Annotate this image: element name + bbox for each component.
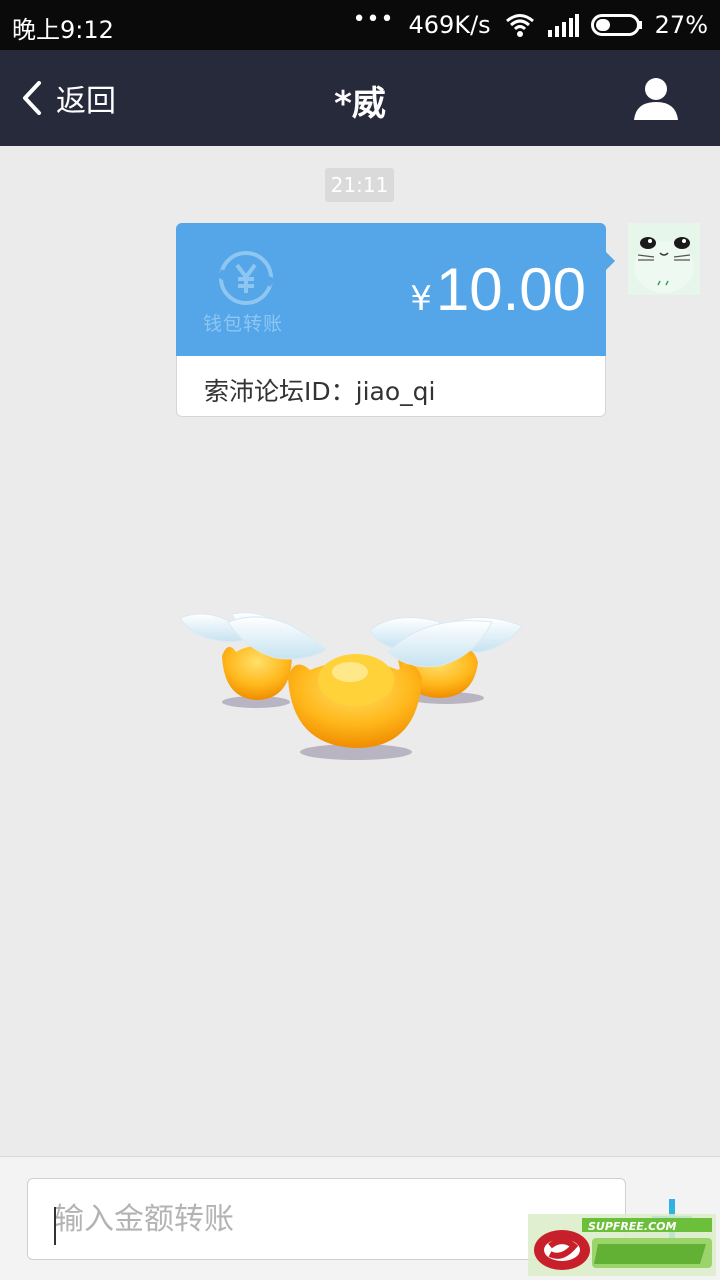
network-speed: 469K/s	[408, 11, 491, 39]
status-indicators: ••• 469K/s 27%	[352, 6, 708, 40]
transfer-note: 索沛论坛ID：jiao_qi	[204, 377, 436, 406]
status-time: 晚上9:12	[12, 16, 114, 44]
transfer-amount: ¥ 10.00	[410, 255, 586, 324]
battery-level: 27%	[654, 11, 708, 39]
signal-icon	[547, 14, 579, 37]
transfer-card-header: 钱包转账 ¥ 10.00	[176, 223, 615, 356]
yuan-transfer-icon	[217, 251, 275, 305]
title-bar: 返回 *威	[0, 50, 720, 146]
svg-text:SUPFREE.COM: SUPFREE.COM	[588, 1220, 677, 1233]
flying-gold-ingots-illustration	[179, 612, 523, 760]
text-cursor	[54, 1207, 56, 1245]
page-title: *威	[334, 84, 386, 124]
battery-icon	[590, 14, 642, 36]
wallet-transfer-label: 钱包转账	[203, 313, 284, 335]
wifi-icon	[505, 14, 534, 37]
site-watermark-logo: SUPFREE.COM	[528, 1214, 716, 1276]
amount-value: 10.00	[435, 256, 586, 323]
person-icon[interactable]	[632, 74, 680, 122]
transfer-message-card[interactable]: 钱包转账 ¥ 10.00 索沛论坛ID：jiao_qi	[176, 223, 615, 417]
more-dots: •••	[352, 6, 395, 32]
avatar[interactable]	[628, 223, 700, 295]
message-timestamp: 21:11	[325, 168, 394, 202]
currency-symbol: ¥	[410, 279, 432, 319]
bubble-tail	[605, 251, 615, 271]
status-bar: 晚上9:12 ••• 469K/s 27%	[0, 0, 720, 50]
